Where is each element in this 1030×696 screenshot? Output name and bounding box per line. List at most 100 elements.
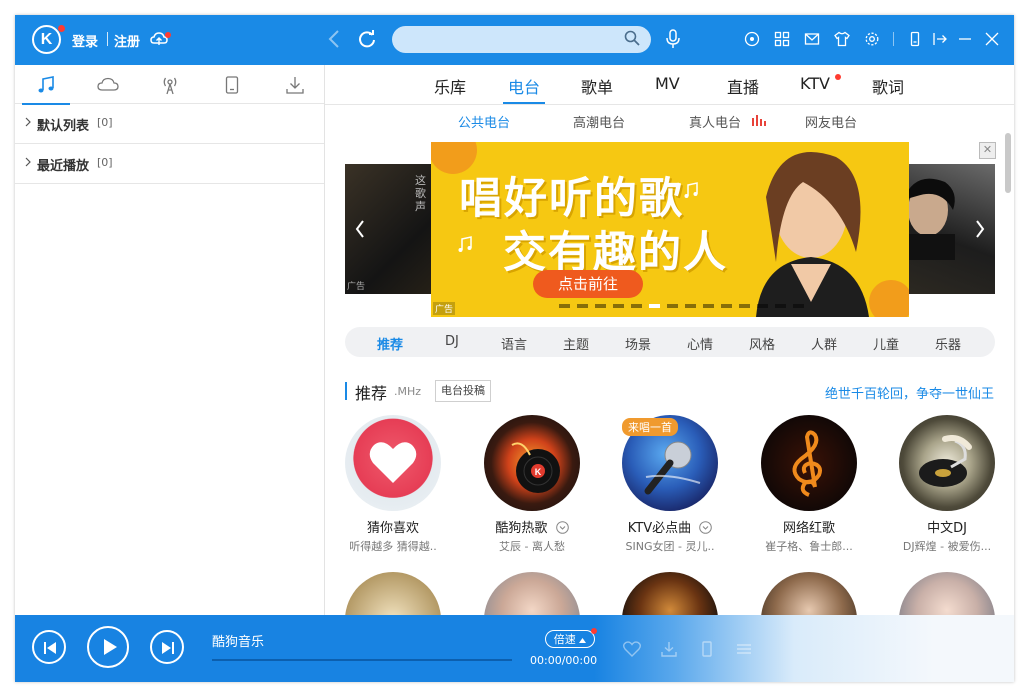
carousel-dot[interactable] bbox=[613, 304, 624, 308]
category-mood[interactable]: 心情 bbox=[687, 334, 713, 353]
mini-mode-icon[interactable] bbox=[907, 31, 923, 51]
progress-bar[interactable] bbox=[212, 659, 512, 661]
mail-icon[interactable] bbox=[804, 31, 820, 51]
radio-cover[interactable] bbox=[622, 572, 718, 615]
sidebar-toggle-icon[interactable] bbox=[932, 31, 948, 51]
radio-cover[interactable]: K bbox=[484, 415, 580, 511]
carousel-dot[interactable] bbox=[631, 304, 642, 308]
download-icon[interactable] bbox=[285, 75, 305, 95]
tab-ktv[interactable]: KTV bbox=[800, 74, 830, 93]
previous-track-button[interactable] bbox=[32, 630, 66, 664]
settings-gear-icon[interactable] bbox=[864, 31, 880, 51]
record-icon[interactable] bbox=[744, 31, 760, 51]
search-icon[interactable] bbox=[624, 30, 640, 50]
subtab-climax-radio[interactable]: 高潮电台 bbox=[573, 112, 625, 131]
radio-icon[interactable] bbox=[160, 75, 180, 95]
radio-cover[interactable] bbox=[899, 415, 995, 511]
subtab-public-radio[interactable]: 公共电台 bbox=[458, 112, 510, 131]
radio-cover[interactable] bbox=[761, 415, 857, 511]
carousel-dot[interactable] bbox=[757, 304, 768, 308]
carousel-dot[interactable] bbox=[703, 304, 714, 308]
category-style[interactable]: 风格 bbox=[749, 334, 775, 353]
carousel-dot[interactable] bbox=[775, 304, 786, 308]
tab-mv[interactable]: MV bbox=[655, 74, 680, 93]
carousel-dot[interactable] bbox=[667, 304, 678, 308]
skin-shirt-icon[interactable] bbox=[834, 31, 850, 51]
chevron-down-icon[interactable] bbox=[699, 521, 713, 534]
card-title[interactable]: 中文DJ bbox=[887, 517, 1007, 536]
card-title[interactable]: 网络红歌 bbox=[749, 517, 869, 536]
favorite-heart-icon[interactable] bbox=[623, 641, 641, 661]
carousel-dot[interactable] bbox=[721, 304, 732, 308]
tab-lyrics[interactable]: 歌词 bbox=[872, 74, 904, 98]
next-track-button[interactable] bbox=[150, 630, 184, 664]
card-title[interactable]: KTV必点曲 bbox=[610, 517, 730, 536]
carousel-dot[interactable] bbox=[649, 304, 660, 308]
voice-search-icon[interactable] bbox=[664, 29, 682, 53]
promo-link[interactable]: 绝世千百轮回，争夺一世仙王 bbox=[825, 383, 994, 402]
apps-grid-icon[interactable] bbox=[774, 31, 790, 51]
category-children[interactable]: 儿童 bbox=[873, 334, 899, 353]
playlist-row-recent[interactable]: 最近播放 [0] bbox=[15, 144, 324, 184]
mobile-icon[interactable] bbox=[698, 641, 716, 661]
chevron-right-icon[interactable] bbox=[25, 156, 31, 170]
radio-cover[interactable] bbox=[761, 572, 857, 615]
banner-next-arrow-icon[interactable] bbox=[975, 220, 985, 242]
banner-cta-button[interactable]: 点击前往 bbox=[533, 270, 643, 298]
carousel-dot[interactable] bbox=[685, 304, 696, 308]
kugou-logo[interactable]: K bbox=[32, 25, 61, 54]
card-title[interactable]: 酷狗热歌 bbox=[472, 517, 592, 536]
carousel-dot[interactable] bbox=[793, 304, 804, 308]
banner-main-slide[interactable]: 唱好听的歌 交有趣的人 点击前往 广告 bbox=[431, 142, 909, 317]
category-theme[interactable]: 主题 bbox=[563, 334, 589, 353]
minimize-icon[interactable] bbox=[958, 31, 972, 51]
category-recommend[interactable]: 推荐 bbox=[377, 334, 403, 353]
radio-card[interactable]: K 酷狗热歌 艾辰 - 离人愁 bbox=[472, 415, 592, 554]
tab-library[interactable]: 乐库 bbox=[434, 74, 466, 98]
radio-card[interactable]: 网络红歌 崔子格、鲁士郎... bbox=[749, 415, 869, 554]
search-input[interactable] bbox=[392, 26, 651, 53]
category-dj[interactable]: DJ bbox=[445, 334, 459, 349]
music-note-icon[interactable] bbox=[22, 75, 70, 105]
playback-speed-button[interactable]: 倍速 bbox=[545, 630, 595, 648]
radio-cover[interactable] bbox=[484, 572, 580, 615]
carousel-dot[interactable] bbox=[577, 304, 588, 308]
cloud-icon[interactable] bbox=[97, 75, 119, 95]
play-button[interactable] bbox=[87, 626, 129, 668]
banner-prev-arrow-icon[interactable] bbox=[355, 220, 365, 242]
carousel-indicators[interactable] bbox=[559, 304, 809, 308]
carousel-dot[interactable] bbox=[559, 304, 570, 308]
close-icon[interactable] bbox=[985, 31, 999, 51]
chevron-down-icon[interactable] bbox=[555, 521, 569, 534]
chevron-right-icon[interactable] bbox=[25, 116, 31, 130]
category-language[interactable]: 语言 bbox=[501, 334, 527, 353]
tab-radio[interactable]: 电台 bbox=[502, 74, 546, 104]
back-arrow-icon[interactable] bbox=[328, 30, 340, 50]
refresh-icon[interactable] bbox=[357, 29, 377, 53]
playlist-row-default[interactable]: 默认列表 [0] bbox=[15, 104, 324, 144]
tab-playlists[interactable]: 歌单 bbox=[581, 74, 613, 98]
carousel-dot[interactable] bbox=[739, 304, 750, 308]
radio-card[interactable]: 猜你喜欢 听得越多 猜得越.. bbox=[333, 415, 453, 554]
banner-close-button[interactable]: ✕ bbox=[979, 142, 996, 159]
category-audience[interactable]: 人群 bbox=[811, 334, 837, 353]
card-title[interactable]: 猜你喜欢 bbox=[333, 517, 453, 536]
carousel-dot[interactable] bbox=[595, 304, 606, 308]
scrollbar-thumb[interactable] bbox=[1005, 133, 1011, 193]
radio-cover[interactable] bbox=[345, 572, 441, 615]
radio-cover[interactable] bbox=[899, 572, 995, 615]
register-link[interactable]: 注册 bbox=[114, 31, 140, 50]
download-icon[interactable] bbox=[660, 641, 678, 661]
radio-cover[interactable] bbox=[345, 415, 441, 511]
login-link[interactable]: 登录 bbox=[72, 31, 98, 50]
submit-radio-button[interactable]: 电台投稿 bbox=[435, 380, 491, 402]
more-icon[interactable] bbox=[735, 641, 753, 661]
category-scene[interactable]: 场景 bbox=[625, 334, 651, 353]
subtab-user-radio[interactable]: 网友电台 bbox=[805, 112, 857, 131]
radio-card[interactable]: 来唱一首 KTV必点曲 SING女团 - 灵儿.. bbox=[610, 415, 730, 554]
radio-card[interactable]: 中文DJ DJ辉煌 - 被爱伤... bbox=[887, 415, 1007, 554]
subtab-real-person-radio[interactable]: 真人电台 bbox=[689, 112, 741, 131]
device-icon[interactable] bbox=[222, 75, 242, 95]
banner-carousel[interactable]: 这歌声 广告 唱好听的歌 交有趣的人 点击前往 广告 ✕ bbox=[345, 142, 996, 317]
tab-live[interactable]: 直播 bbox=[727, 74, 759, 98]
